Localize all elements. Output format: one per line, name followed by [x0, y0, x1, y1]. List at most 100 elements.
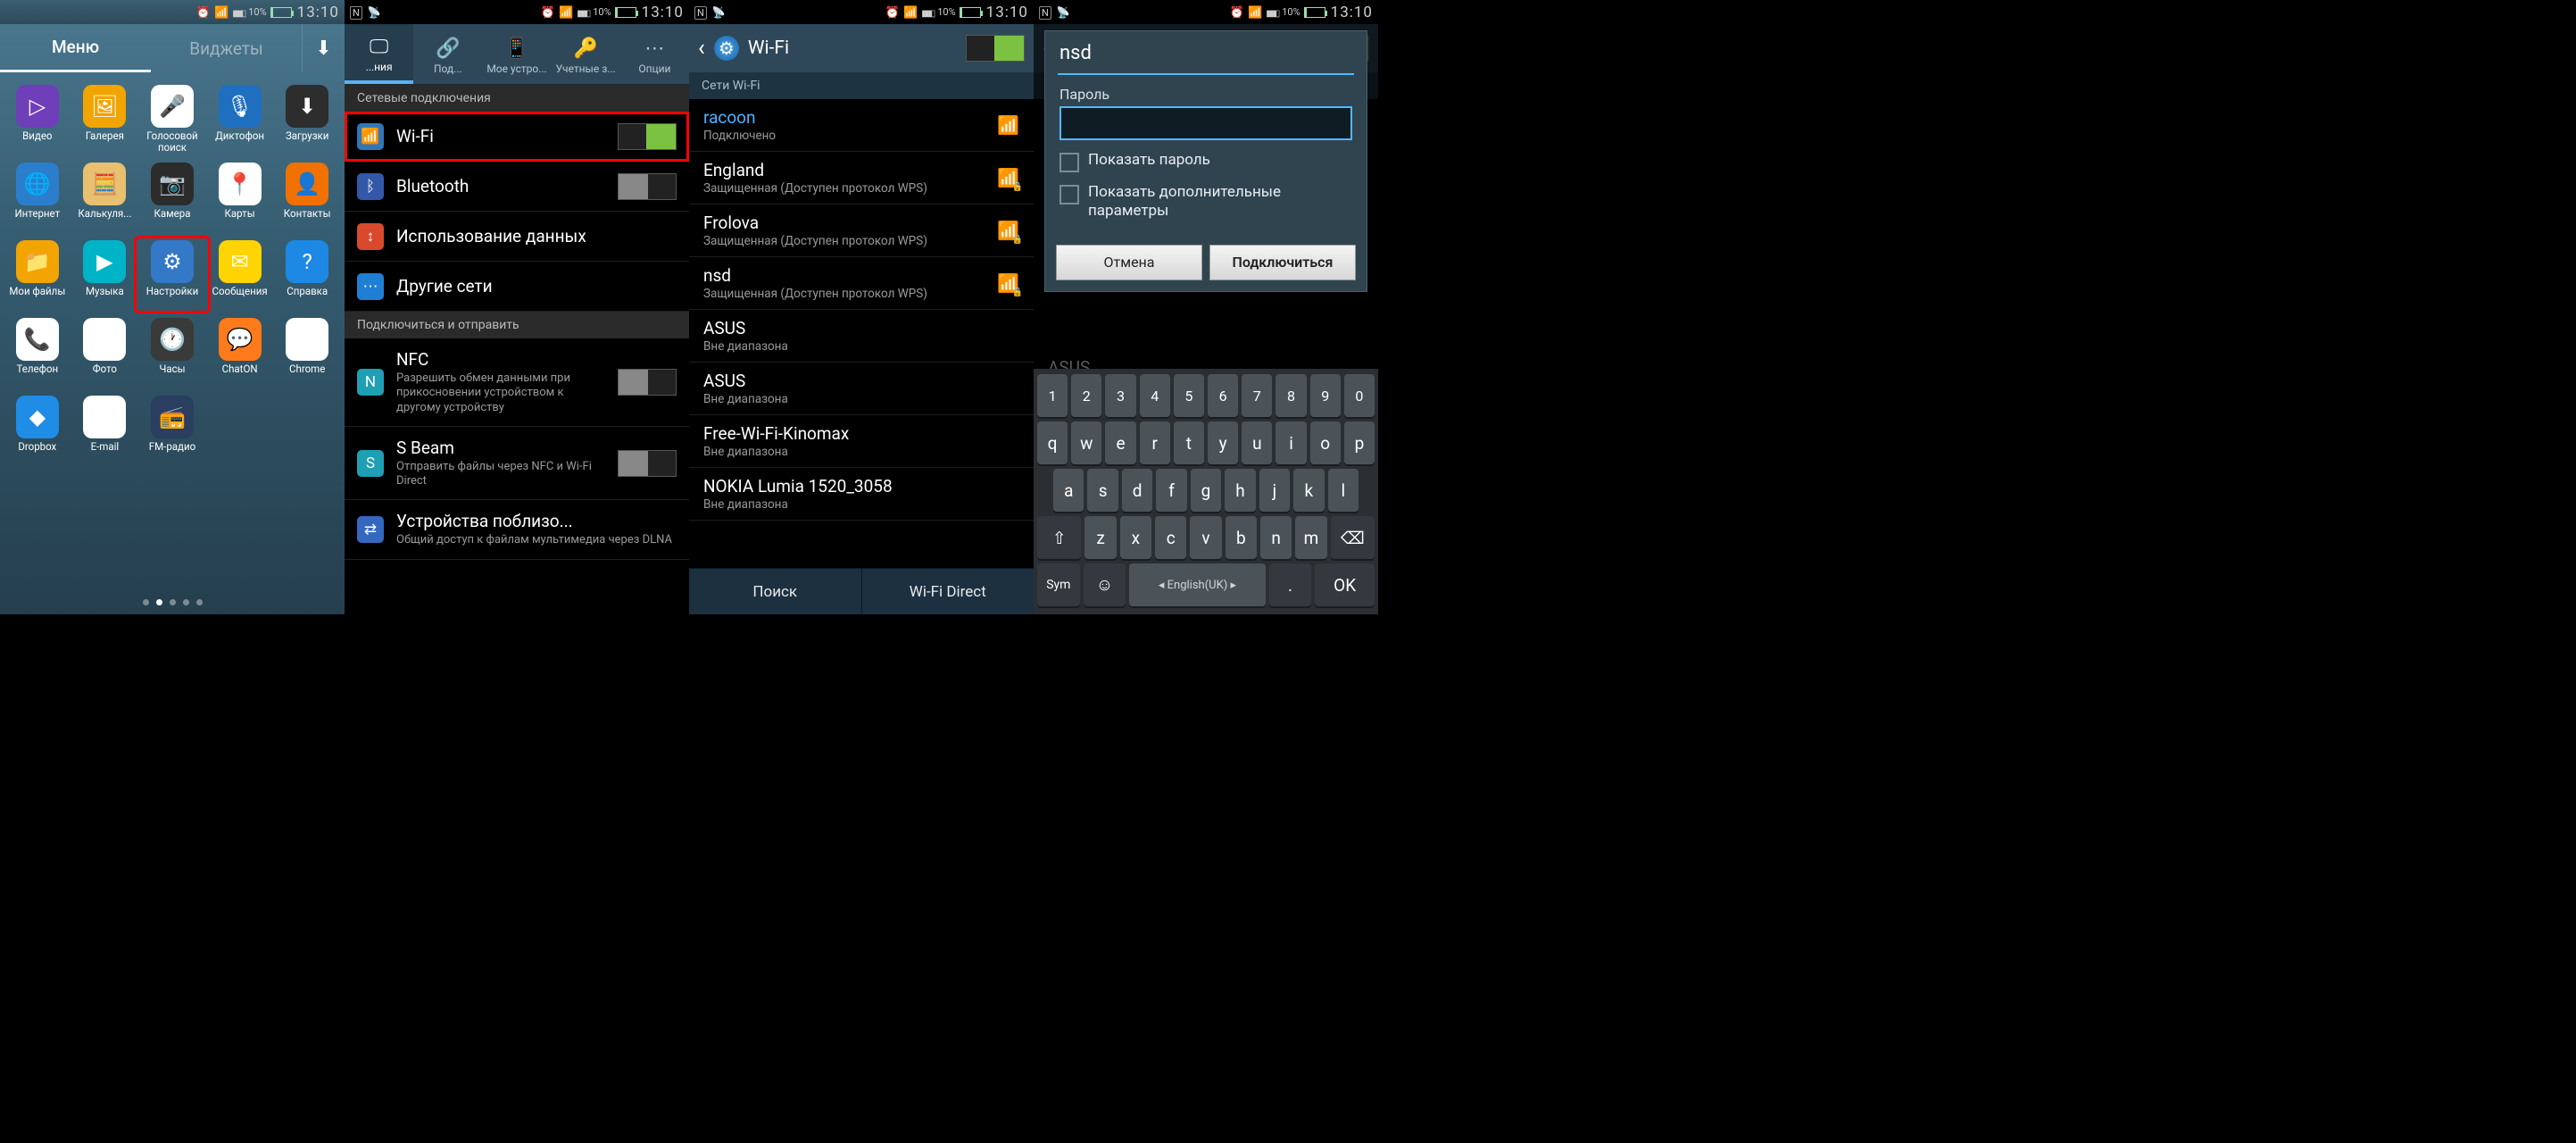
key[interactable]: 7 [1242, 374, 1272, 417]
key[interactable]: p [1344, 421, 1375, 464]
emoji-key[interactable]: ☺ [1084, 563, 1126, 606]
key[interactable]: i [1276, 421, 1306, 464]
download-icon[interactable]: ⬇ [302, 24, 345, 72]
app-загрузки[interactable]: ⬇Загрузки [273, 85, 341, 154]
back-icon[interactable]: ‹ [698, 35, 705, 62]
app-телефон[interactable]: 📞Телефон [4, 318, 71, 387]
app-музыка[interactable]: ▶Музыка [71, 240, 139, 309]
key[interactable]: 4 [1140, 374, 1170, 417]
key[interactable]: e [1105, 421, 1135, 464]
key[interactable]: x [1120, 516, 1151, 559]
app-часы[interactable]: 🕐Часы [138, 318, 206, 387]
settings-tab[interactable]: 🖵...ния [345, 24, 413, 84]
app-голосовой поиск[interactable]: 🎤Голосовой поиск [138, 85, 206, 154]
wifi-network-row[interactable]: racoonПодключено📶 [689, 99, 1034, 152]
backspace-key[interactable]: ⌫ [1331, 516, 1375, 559]
wifi-network-row[interactable]: nsdЗащищенная (Доступен протокол WPS)📶🔒 [689, 257, 1034, 310]
settings-row[interactable]: ⇄Устройства поблизо...Общий доступ к фай… [345, 500, 689, 559]
connect-button[interactable]: Подключиться [1209, 245, 1356, 280]
key[interactable]: 1 [1037, 374, 1068, 417]
key[interactable]: v [1190, 516, 1221, 559]
app-камера[interactable]: 📷Камера [138, 163, 206, 231]
key[interactable]: l [1328, 469, 1359, 512]
app-контакты[interactable]: 👤Контакты [273, 163, 341, 231]
app-фото[interactable]: ✦Фото [71, 318, 139, 387]
wifi-master-toggle[interactable] [966, 35, 1025, 62]
key[interactable]: u [1242, 421, 1272, 464]
sym-key[interactable]: Sym [1037, 563, 1080, 606]
wifi-direct-button[interactable]: Wi-Fi Direct [861, 569, 1035, 614]
key[interactable]: 5 [1174, 374, 1204, 417]
wifi-network-row[interactable]: NOKIA Lumia 1520_3058Вне диапазона [689, 468, 1034, 521]
password-input[interactable] [1059, 106, 1352, 140]
dot-key[interactable]: . [1269, 563, 1312, 606]
key[interactable]: z [1084, 516, 1116, 559]
key[interactable]: y [1208, 421, 1238, 464]
app-справка[interactable]: ?Справка [273, 240, 341, 309]
key[interactable]: f [1156, 469, 1186, 512]
settings-row[interactable]: ↕Использование данных [345, 212, 689, 262]
show-advanced-checkbox[interactable]: Показать дополнительные параметры [1059, 183, 1352, 221]
key[interactable]: q [1037, 421, 1068, 464]
app-карты[interactable]: 📍Карты [206, 163, 274, 231]
toggle[interactable] [618, 369, 677, 396]
wifi-network-row[interactable]: FrolovaЗащищенная (Доступен протокол WPS… [689, 204, 1034, 257]
settings-row[interactable]: SS BeamОтправить файлы через NFC и Wi-Fi… [345, 427, 689, 501]
key[interactable]: d [1122, 469, 1152, 512]
tab-widgets[interactable]: Виджеты [151, 24, 302, 72]
app-e-mail[interactable]: ✉E-mail [71, 396, 139, 464]
app-dropbox[interactable]: ◆Dropbox [4, 396, 71, 464]
search-button[interactable]: Поиск [689, 569, 861, 614]
key[interactable]: c [1155, 516, 1186, 559]
key[interactable]: w [1071, 421, 1101, 464]
toggle[interactable] [618, 450, 677, 477]
app-калькуля...[interactable]: 🧮Калькуля... [71, 163, 139, 231]
key[interactable]: g [1191, 469, 1221, 512]
settings-tab[interactable]: ⋯Опции [620, 24, 689, 84]
key[interactable]: h [1225, 469, 1255, 512]
key[interactable]: k [1293, 469, 1324, 512]
wifi-network-row[interactable]: EnglandЗащищенная (Доступен протокол WPS… [689, 152, 1034, 204]
key[interactable]: 0 [1344, 374, 1375, 417]
cancel-button[interactable]: Отмена [1056, 245, 1202, 280]
settings-tab[interactable]: 🔑Учетные з... [552, 24, 620, 84]
wifi-network-row[interactable]: Free-Wi-Fi-KinomaxВне диапазона [689, 415, 1034, 468]
app-настройки[interactable]: ⚙Настройки [134, 236, 211, 313]
key[interactable]: n [1260, 516, 1292, 559]
tab-menu[interactable]: Меню [0, 24, 151, 72]
settings-row[interactable]: ⋯Другие сети [345, 262, 689, 312]
app-видео[interactable]: ▷Видео [4, 85, 71, 154]
app-мои файлы[interactable]: 📁Мои файлы [4, 240, 71, 309]
app-chaton[interactable]: 💬ChatON [206, 318, 274, 387]
key[interactable]: s [1087, 469, 1118, 512]
app-fm-радио[interactable]: 📻FM-радио [138, 396, 206, 464]
shift-key[interactable]: ⇧ [1037, 516, 1081, 559]
settings-tab[interactable]: 📱Мое устро... [482, 24, 551, 84]
app-chrome[interactable]: ◉Chrome [273, 318, 341, 387]
app-сообщения[interactable]: ✉Сообщения [206, 240, 274, 309]
settings-row[interactable]: 📶Wi-Fi [345, 112, 689, 162]
key[interactable]: t [1174, 421, 1204, 464]
app-интернет[interactable]: 🌐Интернет [4, 163, 71, 231]
key[interactable]: o [1310, 421, 1341, 464]
key[interactable]: 2 [1071, 374, 1101, 417]
key[interactable]: j [1259, 469, 1290, 512]
toggle[interactable] [618, 173, 677, 200]
wifi-network-row[interactable]: ASUSВне диапазона [689, 310, 1034, 363]
toggle[interactable] [618, 123, 677, 150]
settings-row[interactable]: NNFCРазрешить обмен данными при прикосно… [345, 338, 689, 427]
key[interactable]: 9 [1310, 374, 1341, 417]
ok-key[interactable]: OK [1315, 563, 1375, 606]
key[interactable]: a [1053, 469, 1084, 512]
key[interactable]: 8 [1276, 374, 1306, 417]
key[interactable]: 3 [1105, 374, 1135, 417]
wifi-network-row[interactable]: ASUSВне диапазона [689, 363, 1034, 415]
key[interactable]: r [1140, 421, 1170, 464]
settings-row[interactable]: ᛒBluetooth [345, 162, 689, 212]
app-галерея[interactable]: 🖼Галерея [71, 85, 139, 154]
settings-tab[interactable]: 🔗Под... [413, 24, 482, 84]
key[interactable]: b [1226, 516, 1257, 559]
app-диктофон[interactable]: 🎙Диктофон [206, 85, 274, 154]
key[interactable]: m [1295, 516, 1326, 559]
space-key[interactable]: ◂ English(UK) ▸ [1129, 563, 1265, 606]
